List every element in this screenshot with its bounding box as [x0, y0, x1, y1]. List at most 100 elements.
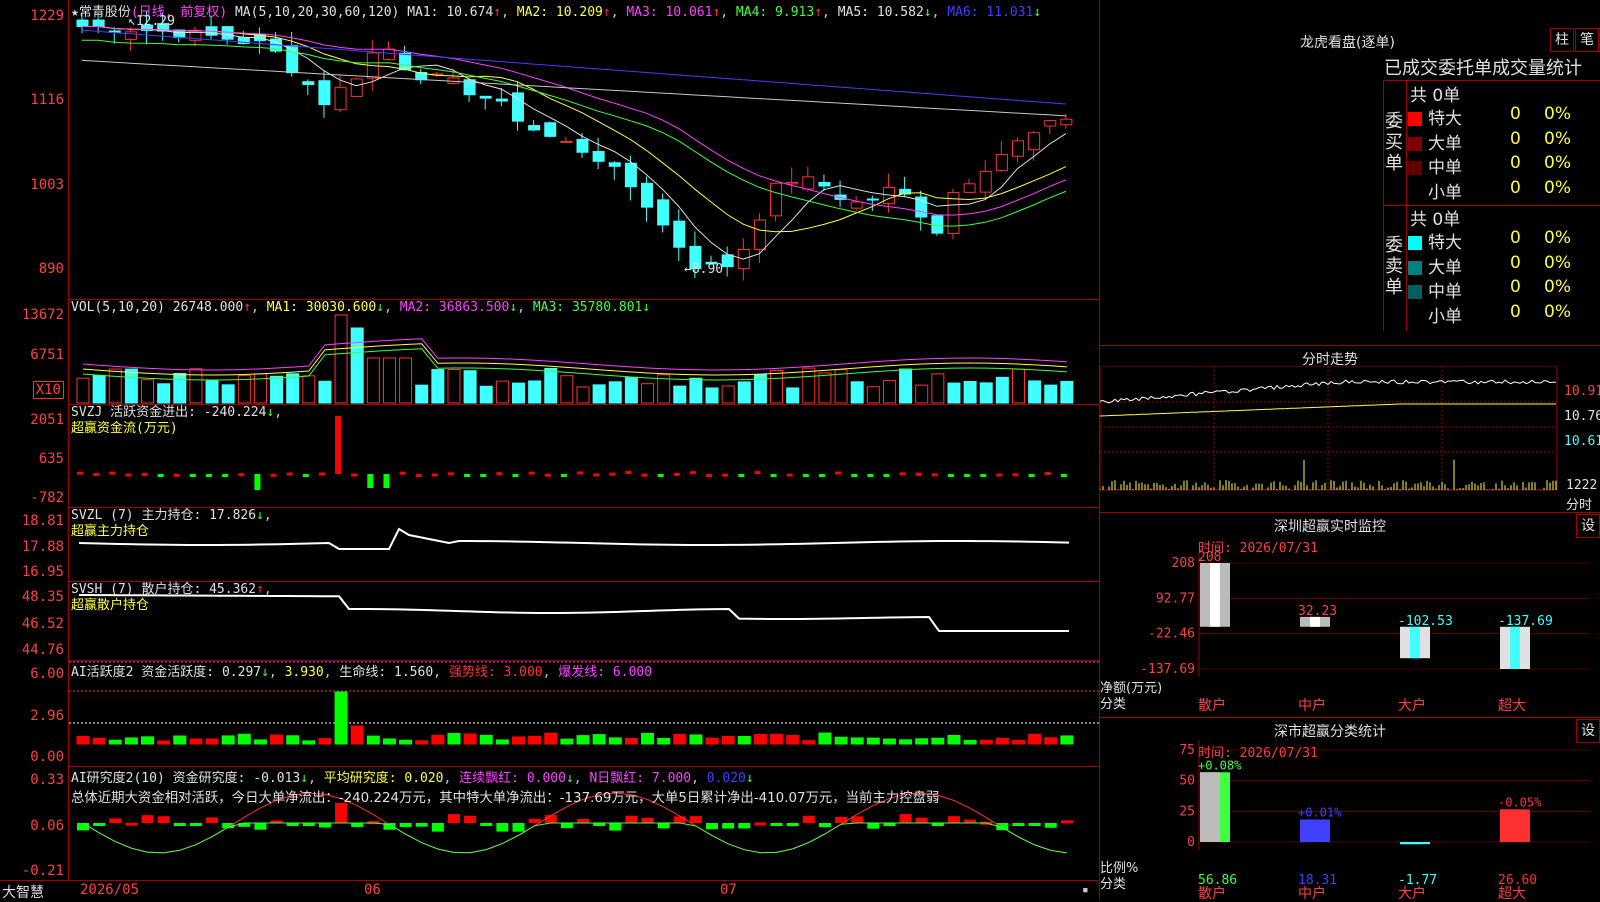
research-bar [335, 803, 348, 823]
order-percent: 0% [1544, 301, 1571, 322]
color-swatch [1408, 285, 1422, 299]
volume-bar [286, 373, 300, 404]
flow-bar [125, 473, 132, 477]
flow-bar [512, 474, 519, 477]
activity-bar [399, 739, 413, 745]
category-label: 大户 [1398, 697, 1426, 714]
flow-bar [641, 473, 648, 477]
volume-bar [382, 357, 396, 404]
flow-bar [206, 474, 213, 477]
svsh-tick: 44.76 [21, 642, 64, 658]
ai-active-tick: 6.00 [30, 666, 64, 682]
down-arrow-icon: ↓ [565, 771, 574, 786]
ma4-value: MA4: 9.913 [735, 5, 815, 20]
flow-bar [996, 473, 1003, 477]
date-label: 06 [364, 882, 381, 898]
volume-bar [76, 377, 90, 404]
down-arrow-icon: ↓ [745, 771, 754, 786]
low-marker: ←8.90 [684, 262, 724, 277]
order-tabs[interactable]: 已成交委托单成交量统计 [1384, 54, 1582, 80]
bar-change-label: -0.05% [1498, 795, 1542, 809]
svzj-title: SVZJ 活跃资金进出: -240.224 [71, 405, 267, 420]
volume-bar [737, 381, 751, 404]
activity-bar [463, 733, 477, 745]
sell-label: 委卖单 [1385, 235, 1403, 298]
volume-bar [157, 383, 171, 404]
volume-bar [866, 386, 880, 404]
activity-bar [1044, 737, 1058, 745]
research-bar [560, 823, 573, 829]
volume-bar [302, 375, 316, 404]
flow-bar [415, 473, 422, 477]
svzj-header: SVZJ 活跃资金进出: -240.224↓, 超赢资金流(万元) [71, 405, 283, 436]
price-tick: 890 [38, 261, 64, 277]
date-label: 07 [720, 882, 737, 898]
activity-bar [737, 736, 751, 745]
order-percent: 0% [1544, 153, 1571, 173]
volume-axis: 13672 6751 X10 [0, 299, 69, 404]
ai-active-axis: 6.00 2.96 0.00 [0, 660, 69, 766]
flow-bar [351, 473, 358, 477]
svzl-tick: 17.88 [21, 539, 64, 555]
lock-icon[interactable]: ▪ [1082, 883, 1089, 896]
flow-bar [93, 472, 100, 476]
bar-value-label: 32.23 [1298, 604, 1337, 619]
activity-bar [447, 732, 461, 745]
date-axis: 大智慧 2026/05 06 07 ▪ [0, 880, 1099, 901]
order-count: 0 [1510, 153, 1521, 173]
flow-bar [593, 473, 600, 477]
volume-ma-line [82, 338, 1067, 371]
stats-section: 深市超赢分类统计 设 时间: 2026/07/31 75 50 25 0 56.86 +0… [1100, 717, 1600, 901]
volume-bar [802, 367, 816, 404]
ma-line [82, 26, 1067, 216]
down-arrow-icon: ↓ [1033, 5, 1042, 20]
color-swatch [1408, 185, 1422, 200]
intraday-unit: 分时 [1566, 498, 1593, 513]
stock-name[interactable]: 常青股份 [79, 5, 131, 20]
buy-row: 特大 0 0% [1408, 104, 1571, 129]
volume-bar [270, 375, 284, 404]
activity-bar [382, 738, 396, 745]
candle-body [302, 81, 315, 85]
activity-bar [931, 737, 945, 745]
flow-bar [577, 471, 583, 475]
ma2-value: MA2: 10.209 [516, 5, 603, 20]
sell-row: 中单 0 0% [1408, 277, 1571, 302]
volume-header: VOL(5,10,20) 26748.000↑, MA1: 30030.600↓… [71, 300, 651, 315]
chart-area[interactable]: 1229 1116 1003 890 ★常青股份(日线, 前复权) MA(5,1… [0, 0, 1100, 901]
candle-body [1044, 120, 1057, 127]
order-percent: 0% [1544, 104, 1571, 124]
candle-body [350, 78, 363, 97]
price-panel[interactable] [69, 0, 1099, 300]
order-count: 0 [1510, 177, 1521, 198]
candle-body [979, 170, 992, 193]
flow-bar [254, 474, 261, 490]
intraday-section[interactable]: 分时走势 10.91 10.76 10.61 1222 分时 [1100, 345, 1600, 513]
monitor-xlabel: 分类 [1100, 697, 1127, 712]
tick-view-button[interactable]: 笔 [1575, 28, 1599, 52]
activity-bar [882, 738, 896, 745]
ai-research-header: AI研究度2(10) 资金研究度: -0.013↓, 平均研究度: 0.020,… [71, 771, 754, 786]
volume-tick: 13672 [21, 307, 64, 323]
activity-bar [108, 739, 122, 745]
y-tick-label: 0 [1187, 835, 1195, 850]
y-tick-label: 92.77 [1156, 591, 1195, 606]
intraday-tick: 10.91 [1564, 384, 1600, 399]
activity-bar [253, 739, 267, 745]
volume-bar [479, 385, 493, 404]
flow-bar [77, 471, 83, 475]
volume-bar [915, 384, 929, 404]
research-bar [964, 819, 977, 823]
price-axis: 1229 1116 1003 890 [0, 0, 69, 299]
activity-bar [979, 739, 993, 745]
volume-bar [624, 377, 638, 404]
column-view-button[interactable]: 柱 [1550, 28, 1574, 52]
candle-body [657, 199, 670, 226]
activity-bar [866, 737, 880, 745]
volume-bar [366, 357, 380, 404]
ai-research-cont: 连续飘红: 0.000 [459, 771, 566, 786]
candle-body [753, 219, 766, 250]
order-percent: 0% [1544, 128, 1571, 149]
ai-active-v2: 3.930 [284, 665, 324, 680]
sell-row: 特大 0 0% [1408, 228, 1571, 253]
